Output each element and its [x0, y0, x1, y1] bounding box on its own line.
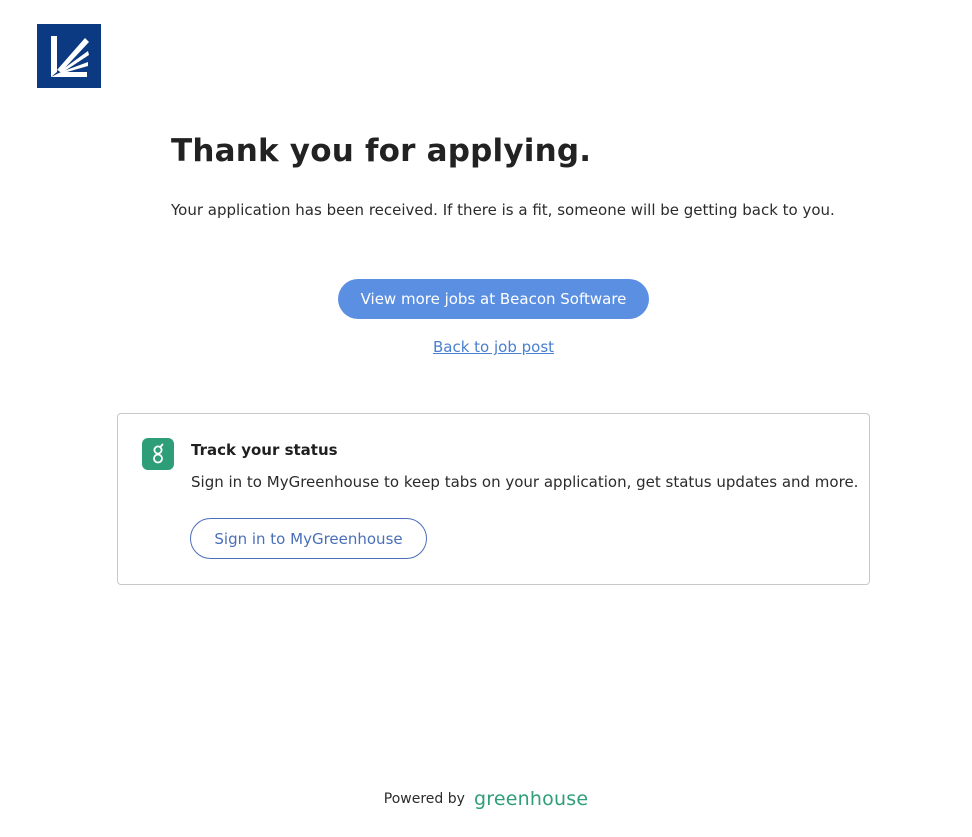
confirmation-message: Your application has been received. If t… — [171, 201, 835, 219]
track-status-card: Track your status Sign in to MyGreenhous… — [117, 413, 870, 585]
company-logo-icon[interactable] — [37, 24, 101, 88]
powered-by-label: Powered by — [383, 791, 465, 807]
page-title: Thank you for applying. — [171, 133, 592, 169]
track-status-description: Sign in to MyGreenhouse to keep tabs on … — [191, 473, 859, 491]
back-to-job-post-link[interactable]: Back to job post — [338, 338, 649, 356]
footer: Powered by greenhouse — [0, 788, 972, 810]
greenhouse-wordmark[interactable]: greenhouse — [474, 788, 588, 810]
greenhouse-icon — [142, 438, 174, 470]
view-more-jobs-button[interactable]: View more jobs at Beacon Software — [338, 279, 649, 319]
sign-in-mygreenhouse-button[interactable]: Sign in to MyGreenhouse — [190, 518, 427, 559]
track-status-title: Track your status — [191, 441, 338, 459]
